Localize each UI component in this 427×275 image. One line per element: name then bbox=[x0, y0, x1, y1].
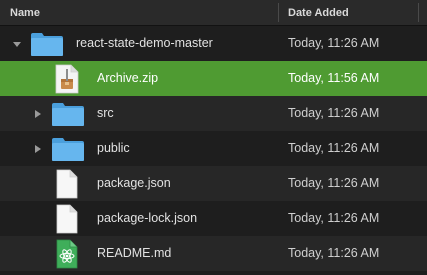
folder-icon bbox=[31, 33, 63, 56]
date-added: Today, 11:56 AM bbox=[288, 71, 380, 85]
date-added: Today, 11:26 AM bbox=[288, 246, 380, 260]
date-added: Today, 11:26 AM bbox=[288, 106, 380, 120]
date-added: Today, 11:26 AM bbox=[288, 36, 380, 50]
name-column-header[interactable]: Name bbox=[10, 0, 40, 25]
document-icon bbox=[56, 169, 78, 199]
file-name: react-state-demo-master bbox=[76, 36, 213, 50]
list-item-src[interactable]: src Today, 11:26 AM bbox=[0, 96, 427, 131]
file-name: README.md bbox=[97, 246, 172, 260]
folder-icon bbox=[52, 103, 84, 126]
date-added: Today, 11:26 AM bbox=[288, 211, 380, 225]
date-added: Today, 11:26 AM bbox=[288, 141, 380, 155]
disclosure-triangle-collapsed-icon[interactable] bbox=[31, 142, 45, 156]
atom-document-icon bbox=[56, 239, 78, 269]
list-item-public[interactable]: public Today, 11:26 AM bbox=[0, 131, 427, 166]
date-added: Today, 11:26 AM bbox=[288, 176, 380, 190]
file-name: public bbox=[97, 141, 130, 155]
column-divider[interactable] bbox=[418, 3, 419, 22]
document-icon bbox=[56, 204, 78, 234]
zip-archive-icon bbox=[55, 64, 79, 94]
file-name: package.json bbox=[97, 176, 171, 190]
list-item-readme-md[interactable]: README.md Today, 11:26 AM bbox=[0, 236, 427, 271]
list-item-archive-zip[interactable]: Archive.zip Today, 11:56 AM bbox=[0, 61, 427, 96]
file-name: src bbox=[97, 106, 114, 120]
list-item-package-json[interactable]: package.json Today, 11:26 AM bbox=[0, 166, 427, 201]
folder-icon bbox=[52, 138, 84, 161]
disclosure-triangle-expanded-icon[interactable] bbox=[10, 37, 24, 51]
file-name: package-lock.json bbox=[97, 211, 198, 225]
list-item-react-state-demo-master[interactable]: react-state-demo-master Today, 11:26 AM bbox=[0, 26, 427, 61]
date-added-column-header[interactable]: Date Added bbox=[288, 0, 349, 25]
column-divider[interactable] bbox=[278, 3, 279, 22]
disclosure-triangle-collapsed-icon[interactable] bbox=[31, 107, 45, 121]
column-header-bar: Name Date Added bbox=[0, 0, 427, 26]
file-name: Archive.zip bbox=[97, 71, 159, 85]
list-item-package-lock-json[interactable]: package-lock.json Today, 11:26 AM bbox=[0, 201, 427, 236]
